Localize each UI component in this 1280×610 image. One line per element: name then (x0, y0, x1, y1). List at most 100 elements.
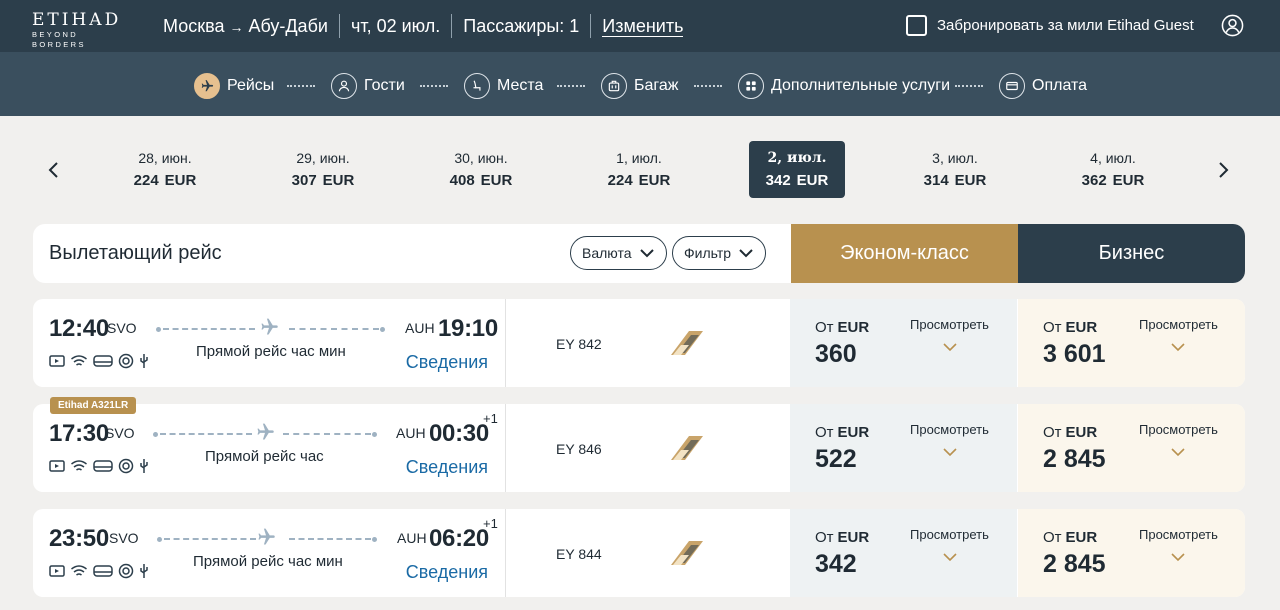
divider (505, 404, 506, 492)
chevron-down-icon[interactable] (943, 343, 957, 352)
step-connector (420, 85, 448, 87)
route-destination: Абу-Даби (248, 16, 328, 36)
step-payment[interactable]: Оплата (999, 73, 1087, 99)
step-label: Рейсы (227, 77, 275, 94)
plane-icon (258, 528, 275, 545)
fare-price: 3 601 (1043, 340, 1106, 368)
currency-label: Валюта (582, 245, 632, 261)
chevron-down-icon[interactable] (943, 553, 957, 562)
etihad-tail-icon (671, 541, 703, 565)
departure-airport: SVO (109, 530, 139, 546)
user-icon (331, 73, 357, 99)
fare-price: 2 845 (1043, 445, 1106, 473)
book-with-miles[interactable]: Забронировать за мили Etihad Guest (906, 15, 1194, 36)
filter-dropdown[interactable]: Фильтр (672, 236, 767, 270)
booking-steps: Рейсы Гости Места Багаж Дополнительные у… (0, 52, 1280, 116)
date-label: 28, июн. (138, 150, 192, 166)
tv-icon (49, 565, 65, 577)
logo-wordmark: ETIHAD (32, 10, 122, 30)
wifi-icon (71, 355, 87, 366)
arrival-airport: AUH (397, 530, 427, 546)
step-seats[interactable]: Места (464, 73, 543, 99)
fare-price: 2 845 (1043, 550, 1106, 578)
step-label: Багаж (634, 77, 679, 94)
economy-fare[interactable]: От EUR 342 Просмотреть (790, 509, 1017, 597)
chevron-down-icon[interactable] (1171, 553, 1185, 562)
next-day-indicator: +1 (483, 411, 498, 426)
card-icon (999, 73, 1025, 99)
step-label: Гости (364, 77, 405, 94)
arrival-airport: AUH (405, 320, 435, 336)
chevron-down-icon[interactable] (1171, 448, 1185, 457)
step-label: Дополнительные услуги (771, 77, 951, 94)
etihad-logo[interactable]: ETIHAD BEYOND BORDERS (32, 10, 132, 49)
step-guests[interactable]: Гости (331, 73, 405, 99)
chevron-right-icon[interactable] (1216, 161, 1230, 179)
flight-duration: Прямой рейс час мин (196, 343, 346, 360)
aircraft-badge: Etihad A321LR (50, 397, 137, 414)
etihad-tail-icon (671, 436, 703, 460)
plane-icon (261, 318, 278, 335)
fare-from: От EUR (815, 319, 870, 336)
view-fares-label: Просмотреть (1139, 422, 1218, 437)
flight-row[interactable]: 23:50 SVO Прямой рейс час мин AUH 06:20 … (33, 509, 1245, 597)
date-option[interactable]: 4, июл. 362 EUR (1065, 141, 1161, 198)
arrival-time: 06:20 (429, 525, 489, 552)
filter-bar: Вылетающий рейс Валюта Фильтр Эконом-кла… (33, 224, 1245, 283)
wifi-icon (71, 565, 87, 576)
date-option[interactable]: 1, июл. 224 EUR (591, 141, 687, 198)
fare-from: От EUR (1043, 424, 1098, 441)
top-header: ETIHAD BEYOND BORDERS Москва → Абу-Даби чт… (0, 0, 1280, 52)
departure-time: 12:40 (49, 315, 109, 342)
next-day-indicator: +1 (483, 516, 498, 531)
section-title: Вылетающий рейс (49, 242, 222, 264)
step-connector (557, 85, 585, 87)
view-fares-label: Просмотреть (1139, 317, 1218, 332)
amenities (49, 458, 154, 474)
date-label: 30, июн. (454, 150, 508, 166)
economy-fare[interactable]: От EUR 522 Просмотреть (790, 404, 1017, 492)
date-label: 2, июл. (767, 150, 827, 166)
step-extras[interactable]: Дополнительные услуги (738, 73, 950, 99)
route-origin: Москва (163, 16, 225, 36)
flight-row[interactable]: 12:40 SVO Прямой рейс час мин AUH 19:10 … (33, 299, 1245, 387)
date-option[interactable]: 30, июн. 408 EUR (433, 141, 529, 198)
details-link[interactable]: Сведения (406, 561, 488, 583)
business-fare[interactable]: От EUR 2 845 Просмотреть (1018, 509, 1245, 597)
date-option[interactable]: 28, июн. 224 EUR (117, 141, 213, 198)
flight-row[interactable]: 17:30 SVO Прямой рейс час AUH 00:30 +1 С… (33, 404, 1245, 492)
date-price: 362 EUR (1081, 172, 1145, 189)
route-summary: Москва → Абу-Даби (163, 14, 339, 38)
date-option-selected[interactable]: 2, июл. 342 EUR (749, 141, 845, 198)
economy-fare[interactable]: От EUR 360 Просмотреть (790, 299, 1017, 387)
chevron-down-icon[interactable] (1171, 343, 1185, 352)
view-fares-label: Просмотреть (910, 317, 989, 332)
chevron-left-icon[interactable] (47, 161, 61, 179)
currency-dropdown[interactable]: Валюта (570, 236, 667, 270)
fare-from: От EUR (1043, 529, 1098, 546)
date-option[interactable]: 3, июл. 314 EUR (907, 141, 1003, 198)
departure-airport: SVO (105, 425, 135, 441)
date-option[interactable]: 29, июн. 307 EUR (275, 141, 371, 198)
miles-checkbox[interactable] (906, 15, 927, 36)
account-icon[interactable] (1221, 14, 1244, 37)
arrival-time: 00:30 (429, 420, 489, 447)
wifi-icon (71, 460, 87, 471)
business-fare[interactable]: От EUR 3 601 Просмотреть (1018, 299, 1245, 387)
step-flights[interactable]: Рейсы (194, 73, 274, 99)
plane-icon (257, 423, 274, 440)
baggage-icon (601, 73, 627, 99)
step-baggage[interactable]: Багаж (601, 73, 678, 99)
tab-economy[interactable]: Эконом-класс (791, 224, 1018, 283)
business-fare[interactable]: От EUR 2 845 Просмотреть (1018, 404, 1245, 492)
fare-from: От EUR (815, 424, 870, 441)
tab-business[interactable]: Бизнес (1018, 224, 1245, 283)
divider (505, 509, 506, 597)
details-link[interactable]: Сведения (406, 351, 488, 373)
fare-price: 522 (815, 445, 857, 473)
details-link[interactable]: Сведения (406, 456, 488, 478)
tv-icon (49, 355, 65, 367)
amenities (49, 563, 154, 579)
change-search-link[interactable]: Изменить (602, 16, 684, 37)
chevron-down-icon[interactable] (943, 448, 957, 457)
